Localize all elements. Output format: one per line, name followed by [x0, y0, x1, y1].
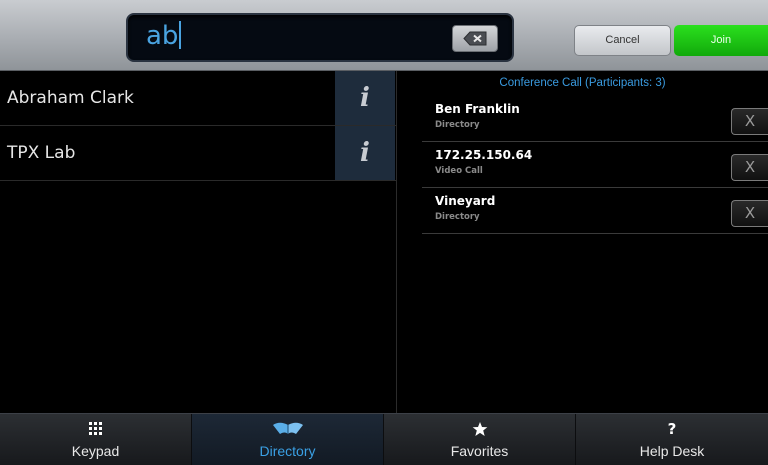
participant-row: Ben Franklin Directory X — [422, 96, 768, 142]
participant-type: Video Call — [435, 166, 483, 176]
bottom-nav: Keypad Directory Favorites ? Help Desk — [0, 413, 768, 465]
directory-item[interactable]: Abraham Clark i — [0, 71, 396, 126]
participant-name: Vineyard — [435, 194, 496, 208]
question-mark-icon: ? — [667, 420, 677, 438]
info-button[interactable]: i — [335, 71, 395, 125]
cancel-button[interactable]: Cancel — [574, 25, 671, 56]
participant-type: Directory — [435, 212, 480, 222]
info-icon: i — [360, 138, 370, 168]
participant-name: Ben Franklin — [435, 102, 520, 116]
conference-panel: Conference Call (Participants: 3) Ben Fr… — [397, 71, 768, 413]
clear-search-button[interactable] — [452, 25, 498, 52]
directory-results-list: Abraham Clark i TPX Lab i — [0, 71, 396, 413]
remove-participant-button[interactable]: X — [731, 200, 768, 227]
info-icon: i — [360, 83, 370, 113]
remove-participant-button[interactable]: X — [731, 154, 768, 181]
participant-name: 172.25.150.64 — [435, 148, 533, 162]
join-button[interactable]: Join — [674, 25, 768, 56]
directory-item-name: TPX Lab — [7, 143, 76, 163]
tab-help-desk[interactable]: ? Help Desk — [576, 414, 768, 465]
tab-favorites[interactable]: Favorites — [384, 414, 576, 465]
search-input[interactable]: ab — [126, 13, 514, 62]
info-button[interactable]: i — [335, 126, 395, 180]
tab-keypad-label: Keypad — [71, 443, 120, 459]
keypad-icon — [0, 420, 191, 438]
directory-item-name: Abraham Clark — [7, 88, 134, 108]
tab-directory[interactable]: Directory — [192, 414, 384, 465]
text-caret — [179, 21, 182, 49]
backspace-clear-icon — [463, 31, 487, 46]
remove-participant-button[interactable]: X — [731, 108, 768, 135]
tab-help-desk-label: Help Desk — [639, 443, 705, 459]
top-bar: ab Cancel Join — [0, 0, 768, 71]
star-icon — [384, 420, 575, 438]
tab-directory-label: Directory — [259, 443, 316, 459]
search-input-text: ab — [146, 21, 182, 51]
tab-keypad[interactable]: Keypad — [0, 414, 192, 465]
conference-header: Conference Call (Participants: 3) — [499, 77, 666, 89]
participant-row: 172.25.150.64 Video Call X — [422, 142, 768, 188]
participant-row: Vineyard Directory X — [422, 188, 768, 234]
directory-book-icon — [192, 420, 383, 438]
tab-favorites-label: Favorites — [450, 443, 509, 459]
participant-type: Directory — [435, 120, 480, 130]
directory-item[interactable]: TPX Lab i — [0, 126, 396, 181]
